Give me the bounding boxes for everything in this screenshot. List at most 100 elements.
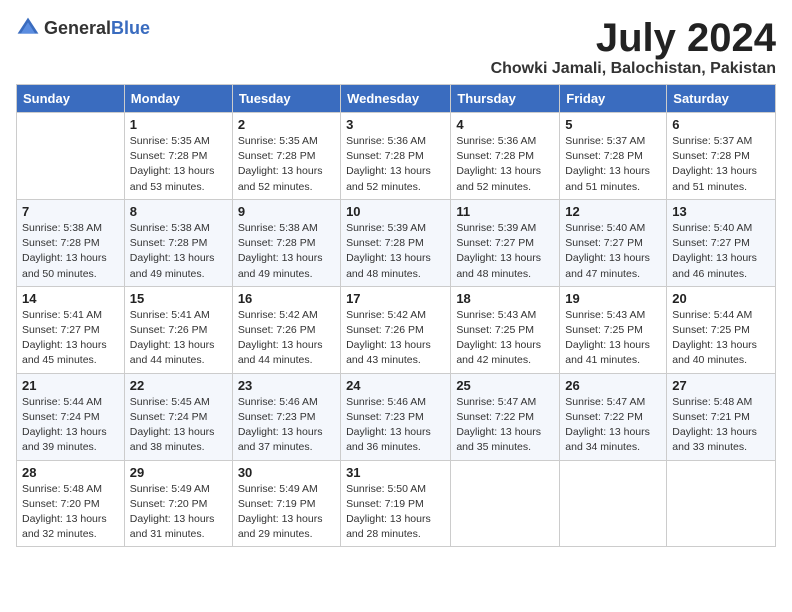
- day-info: Sunrise: 5:39 AMSunset: 7:28 PMDaylight:…: [346, 221, 445, 282]
- day-number: 10: [346, 204, 445, 219]
- logo: GeneralBlue: [16, 16, 150, 40]
- header-day-wednesday: Wednesday: [341, 85, 451, 113]
- day-info: Sunrise: 5:47 AMSunset: 7:22 PMDaylight:…: [565, 395, 661, 456]
- day-cell: 18Sunrise: 5:43 AMSunset: 7:25 PMDayligh…: [451, 286, 560, 373]
- day-info: Sunrise: 5:38 AMSunset: 7:28 PMDaylight:…: [238, 221, 335, 282]
- day-cell: 21 Sunrise: 5:44 AMSunset: 7:24 PMDayligh…: [17, 373, 125, 460]
- day-info: Sunrise: 5:39 AMSunset: 7:27 PMDaylight:…: [456, 221, 554, 282]
- day-number: 20: [672, 291, 770, 306]
- day-info: Sunrise: 5:37 AMSunset: 7:28 PMDaylight:…: [565, 134, 661, 195]
- day-cell: 10 Sunrise: 5:39 AMSunset: 7:28 PMDayligh…: [341, 199, 451, 286]
- day-number: 30: [238, 465, 335, 480]
- day-cell: 25 Sunrise: 5:47 AMSunset: 7:22 PMDayligh…: [451, 373, 560, 460]
- day-cell: 26 Sunrise: 5:47 AMSunset: 7:22 PMDayligh…: [560, 373, 667, 460]
- day-info: Sunrise: 5:44 AMSunset: 7:25 PMDaylight:…: [672, 308, 770, 369]
- day-cell: 14 Sunrise: 5:41 AMSunset: 7:27 PMDayligh…: [17, 286, 125, 373]
- day-number: 31: [346, 465, 445, 480]
- header-day-thursday: Thursday: [451, 85, 560, 113]
- day-number: 18: [456, 291, 554, 306]
- header-day-saturday: Saturday: [667, 85, 776, 113]
- day-number: 4: [456, 117, 554, 132]
- day-cell: 12Sunrise: 5:40 AMSunset: 7:27 PMDayligh…: [560, 199, 667, 286]
- day-number: 1: [130, 117, 227, 132]
- day-cell: 16 Sunrise: 5:42 AMSunset: 7:26 PMDayligh…: [232, 286, 340, 373]
- day-cell: 31Sunrise: 5:50 AMSunset: 7:19 PMDayligh…: [341, 460, 451, 547]
- day-info: Sunrise: 5:46 AMSunset: 7:23 PMDaylight:…: [238, 395, 335, 456]
- week-row-1: 1Sunrise: 5:35 AMSunset: 7:28 PMDaylight…: [17, 113, 776, 200]
- day-cell: 2Sunrise: 5:35 AMSunset: 7:28 PMDaylight…: [232, 113, 340, 200]
- day-cell: 11Sunrise: 5:39 AMSunset: 7:27 PMDayligh…: [451, 199, 560, 286]
- week-row-5: 28 Sunrise: 5:48 AMSunset: 7:20 PMDayligh…: [17, 460, 776, 547]
- header-day-friday: Friday: [560, 85, 667, 113]
- logo-general: GeneralBlue: [44, 18, 150, 39]
- header-day-sunday: Sunday: [17, 85, 125, 113]
- day-info: Sunrise: 5:38 AMSunset: 7:28 PMDaylight:…: [22, 221, 119, 282]
- day-info: Sunrise: 5:40 AMSunset: 7:27 PMDaylight:…: [672, 221, 770, 282]
- day-number: 24: [346, 378, 445, 393]
- day-number: 28: [22, 465, 119, 480]
- day-info: Sunrise: 5:37 AMSunset: 7:28 PMDaylight:…: [672, 134, 770, 195]
- header-day-monday: Monday: [124, 85, 232, 113]
- day-info: Sunrise: 5:36 AMSunset: 7:28 PMDaylight:…: [346, 134, 445, 195]
- day-cell: [17, 113, 125, 200]
- day-info: Sunrise: 5:40 AMSunset: 7:27 PMDaylight:…: [565, 221, 661, 282]
- header-day-tuesday: Tuesday: [232, 85, 340, 113]
- day-info: Sunrise: 5:38 AMSunset: 7:28 PMDaylight:…: [130, 221, 227, 282]
- day-number: 27: [672, 378, 770, 393]
- day-number: 29: [130, 465, 227, 480]
- day-cell: 30Sunrise: 5:49 AMSunset: 7:19 PMDayligh…: [232, 460, 340, 547]
- day-cell: 19Sunrise: 5:43 AMSunset: 7:25 PMDayligh…: [560, 286, 667, 373]
- day-cell: 27 Sunrise: 5:48 AMSunset: 7:21 PMDayligh…: [667, 373, 776, 460]
- day-number: 23: [238, 378, 335, 393]
- day-number: 22: [130, 378, 227, 393]
- title-block: July 2024 Chowki Jamali, Balochistan, Pa…: [491, 16, 776, 78]
- day-info: Sunrise: 5:44 AMSunset: 7:24 PMDaylight:…: [22, 395, 119, 456]
- location: Chowki Jamali, Balochistan, Pakistan: [491, 60, 776, 78]
- day-info: Sunrise: 5:41 AMSunset: 7:26 PMDaylight:…: [130, 308, 227, 369]
- day-number: 16: [238, 291, 335, 306]
- day-cell: 24Sunrise: 5:46 AMSunset: 7:23 PMDayligh…: [341, 373, 451, 460]
- day-info: Sunrise: 5:41 AMSunset: 7:27 PMDaylight:…: [22, 308, 119, 369]
- day-cell: 9 Sunrise: 5:38 AMSunset: 7:28 PMDaylight…: [232, 199, 340, 286]
- logo-general-text: General: [44, 18, 111, 38]
- day-number: 21: [22, 378, 119, 393]
- day-info: Sunrise: 5:48 AMSunset: 7:21 PMDaylight:…: [672, 395, 770, 456]
- week-row-4: 21 Sunrise: 5:44 AMSunset: 7:24 PMDayligh…: [17, 373, 776, 460]
- day-number: 19: [565, 291, 661, 306]
- day-cell: 4 Sunrise: 5:36 AMSunset: 7:28 PMDaylight…: [451, 113, 560, 200]
- day-number: 15: [130, 291, 227, 306]
- day-number: 5: [565, 117, 661, 132]
- day-info: Sunrise: 5:47 AMSunset: 7:22 PMDaylight:…: [456, 395, 554, 456]
- day-cell: 5 Sunrise: 5:37 AMSunset: 7:28 PMDaylight…: [560, 113, 667, 200]
- day-cell: 29 Sunrise: 5:49 AMSunset: 7:20 PMDayligh…: [124, 460, 232, 547]
- logo-icon: [16, 16, 40, 40]
- day-cell: 17Sunrise: 5:42 AMSunset: 7:26 PMDayligh…: [341, 286, 451, 373]
- day-cell: 20 Sunrise: 5:44 AMSunset: 7:25 PMDayligh…: [667, 286, 776, 373]
- day-cell: 23 Sunrise: 5:46 AMSunset: 7:23 PMDayligh…: [232, 373, 340, 460]
- day-cell: 28 Sunrise: 5:48 AMSunset: 7:20 PMDayligh…: [17, 460, 125, 547]
- calendar-table: SundayMondayTuesdayWednesdayThursdayFrid…: [16, 84, 776, 547]
- day-number: 25: [456, 378, 554, 393]
- page-header: GeneralBlue July 2024 Chowki Jamali, Bal…: [16, 16, 776, 78]
- day-number: 2: [238, 117, 335, 132]
- day-number: 6: [672, 117, 770, 132]
- day-cell: 6 Sunrise: 5:37 AMSunset: 7:28 PMDaylight…: [667, 113, 776, 200]
- day-number: 14: [22, 291, 119, 306]
- week-row-3: 14 Sunrise: 5:41 AMSunset: 7:27 PMDayligh…: [17, 286, 776, 373]
- day-number: 3: [346, 117, 445, 132]
- day-info: Sunrise: 5:48 AMSunset: 7:20 PMDaylight:…: [22, 482, 119, 543]
- day-number: 7: [22, 204, 119, 219]
- day-cell: 1Sunrise: 5:35 AMSunset: 7:28 PMDaylight…: [124, 113, 232, 200]
- day-cell: [667, 460, 776, 547]
- day-cell: 8Sunrise: 5:38 AMSunset: 7:28 PMDaylight…: [124, 199, 232, 286]
- day-cell: 7 Sunrise: 5:38 AMSunset: 7:28 PMDaylight…: [17, 199, 125, 286]
- header-row: SundayMondayTuesdayWednesdayThursdayFrid…: [17, 85, 776, 113]
- day-number: 9: [238, 204, 335, 219]
- day-cell: [451, 460, 560, 547]
- day-number: 26: [565, 378, 661, 393]
- week-row-2: 7 Sunrise: 5:38 AMSunset: 7:28 PMDaylight…: [17, 199, 776, 286]
- day-info: Sunrise: 5:42 AMSunset: 7:26 PMDaylight:…: [238, 308, 335, 369]
- day-info: Sunrise: 5:49 AMSunset: 7:20 PMDaylight:…: [130, 482, 227, 543]
- day-number: 13: [672, 204, 770, 219]
- day-info: Sunrise: 5:36 AMSunset: 7:28 PMDaylight:…: [456, 134, 554, 195]
